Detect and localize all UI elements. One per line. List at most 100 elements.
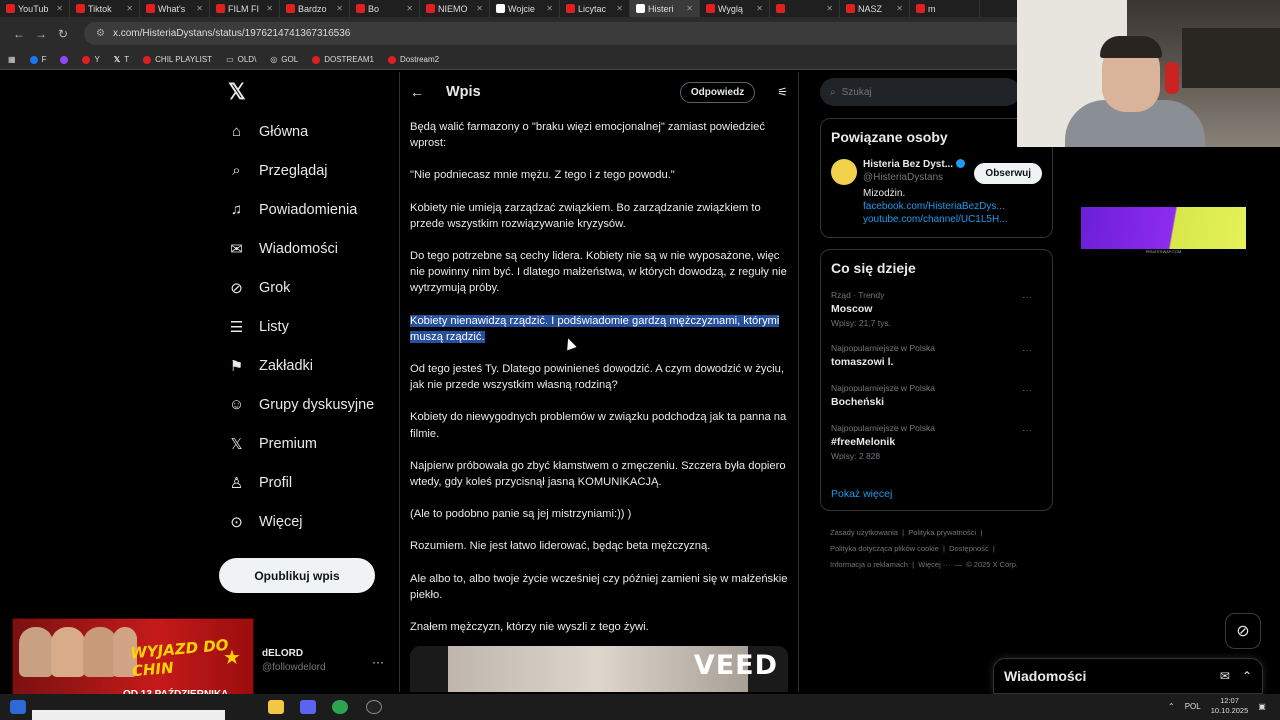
close-icon[interactable]: ✕ [336,4,343,13]
sidebar-item-grok[interactable]: ⊘ Grok [220,268,390,307]
person-link[interactable]: youtube.com/channel/UC1L5H... [863,214,1008,225]
search-input[interactable]: ⌕ Szukaj [820,78,1020,106]
back-icon[interactable]: ← [8,27,30,41]
bookmark[interactable]: Dostream2 [387,55,439,64]
bookmark[interactable]: CHIL PLAYLIST [143,55,212,64]
language-indicator[interactable]: POL [1185,702,1201,711]
browser-tab[interactable]: FILM FI ✕ [210,0,280,17]
chevron-up-icon[interactable]: ⌃ [1168,702,1175,711]
sidebar-item-notifications[interactable]: ♫ Powiadomienia [220,190,390,229]
close-icon[interactable]: ✕ [476,4,483,13]
sidebar-item-profile[interactable]: ♙ Profil [220,463,390,502]
post-paragraph: "Nie podniecasz mnie mężu. Z tego i z te… [410,169,675,182]
browser-tab[interactable]: NIEMO ✕ [420,0,490,17]
close-icon[interactable]: ✕ [826,4,833,13]
url-field[interactable]: ⚙ x.com/HisteriaDystans/status/1976214741… [84,22,1024,45]
footer-link[interactable]: Dostępność [949,544,989,553]
bookmark[interactable]: Y [82,55,100,64]
trend-item[interactable]: Najpopularniejsze w Polska Bocheński ··· [831,383,1042,408]
browser-tab[interactable]: Wojcie ✕ [490,0,560,17]
back-arrow-icon[interactable]: ← [410,84,424,100]
footer-link[interactable]: Polityka prywatności [908,528,976,537]
close-icon[interactable]: ✕ [896,4,903,13]
show-more-link[interactable]: Pokaż więcej [831,488,892,500]
close-icon[interactable]: ✕ [126,4,133,13]
messages-drawer[interactable]: Wiadomości ✉ ⌃ [993,658,1263,694]
close-icon[interactable]: ✕ [406,4,413,13]
more-icon[interactable]: ··· [1022,425,1032,436]
start-icon[interactable] [10,700,26,714]
sidebar-item-explore[interactable]: ⌕ Przeglądaj [220,151,390,190]
trend-item[interactable]: Najpopularniejsze w Polska tomaszowi l. … [831,343,1042,368]
more-icon[interactable]: ··· [1022,385,1032,396]
taskbar-search[interactable] [32,710,225,720]
ad-banner[interactable] [1081,207,1246,249]
sidebar-item-home[interactable]: ⌂ Główna [220,112,390,151]
close-icon[interactable]: ✕ [56,4,63,13]
follow-button[interactable]: Obserwuj [974,163,1042,184]
person-name[interactable]: Histeria Bez Dyst... [863,159,953,170]
sidebar: 𝕏 ⌂ Główna ⌕ Przeglądaj ♫ Powiadomienia ✉ Wi… [220,72,390,632]
browser-tab[interactable]: ✕ [770,0,840,17]
new-message-icon[interactable]: ✉ [1220,669,1230,683]
close-icon[interactable]: ✕ [616,4,623,13]
person-link[interactable]: facebook.com/HisteriaBezDys... [863,201,1008,212]
x-logo-icon[interactable]: 𝕏 [220,72,390,112]
avatar[interactable] [831,159,857,185]
close-icon[interactable]: ✕ [196,4,203,13]
browser-tab[interactable]: Tiktok ✕ [70,0,140,17]
sidebar-item-more[interactable]: ⊙ Więcej [220,502,390,541]
browser-tab[interactable]: YouTub ✕ [0,0,70,17]
close-icon[interactable]: ✕ [756,4,763,13]
more-icon[interactable]: ··· [1022,292,1032,303]
reply-button[interactable]: Odpowiedz [679,81,756,103]
bookmark[interactable]: 𝕏T [114,55,129,64]
close-icon[interactable]: ✕ [686,4,693,13]
close-icon[interactable]: ✕ [546,4,553,13]
sidebar-item-premium[interactable]: 𝕏 Premium [220,424,390,463]
post-video[interactable]: VEED [410,646,788,692]
forward-icon[interactable]: → [30,27,52,41]
footer-link[interactable]: Informacja o reklamach [830,560,908,569]
site-info-icon[interactable]: ⚙ [96,28,105,39]
sidebar-item-communities[interactable]: ☺ Grupy dyskusyjne [220,385,390,424]
discord-icon[interactable] [300,700,316,714]
more-icon[interactable]: ··· [1022,345,1032,356]
browser-tab[interactable]: Bo ✕ [350,0,420,17]
browser-tab-active[interactable]: Histeri ✕ [630,0,700,17]
browser-tab[interactable]: Licytac ✕ [560,0,630,17]
grok-button[interactable]: ⊘ [1225,613,1261,649]
sidebar-item-lists[interactable]: ☰ Listy [220,307,390,346]
expand-icon[interactable]: ⌃ [1242,669,1252,683]
bookmark-folder[interactable]: ▭ OLD\ [226,55,256,64]
bookmark[interactable]: DOSTREAM1 [312,55,374,64]
browser-tab[interactable]: What's ✕ [140,0,210,17]
notification-icon[interactable]: ▣ [1258,702,1266,711]
browser-tab[interactable]: NASZ ✕ [840,0,910,17]
trend-item[interactable]: Najpopularniejsze w Polska #freeMelonik … [831,423,1042,461]
sidebar-item-bookmarks[interactable]: ⚑ Zakładki [220,346,390,385]
chrome-icon[interactable] [332,700,348,714]
reload-icon[interactable]: ↻ [52,27,74,41]
clock[interactable]: 12:07 10.10.2025 [1211,696,1249,716]
footer-link[interactable]: Polityka dotycząca plików cookie [830,544,939,553]
browser-tab[interactable]: Wyglą ✕ [700,0,770,17]
bookmark[interactable] [60,55,69,64]
bookmark[interactable]: ◎ GOL [270,55,298,64]
folder-icon[interactable] [268,700,284,714]
obs-icon[interactable] [366,700,382,714]
footer-link[interactable]: Więcej ··· [918,560,950,569]
footer-link[interactable]: Zasady użytkowania [830,528,898,537]
apps-icon[interactable]: ▦ [8,55,16,64]
account-more-icon[interactable]: ··· [372,655,384,669]
trend-item[interactable]: Rząd · Trendy Moscow Wpisy: 21,7 tys. ··… [831,290,1042,328]
browser-tab[interactable]: m [910,0,980,17]
youtube-icon [76,4,85,13]
sidebar-item-messages[interactable]: ✉ Wiadomości [220,229,390,268]
post-button[interactable]: Opublikuj wpis [219,558,375,593]
bookmark[interactable]: F [29,55,46,64]
person-row[interactable]: Histeria Bez Dyst... @HisteriaDystans Mi… [831,159,1042,225]
filter-icon[interactable]: ⚟ [777,85,788,99]
browser-tab[interactable]: Bardzo ✕ [280,0,350,17]
close-icon[interactable]: ✕ [266,4,273,13]
